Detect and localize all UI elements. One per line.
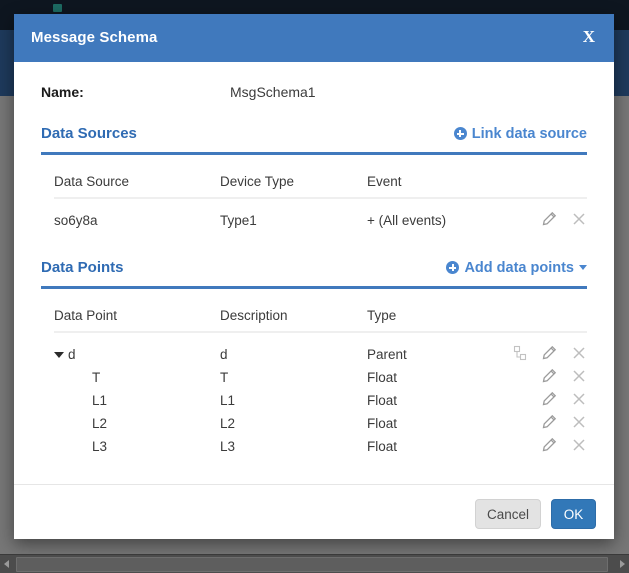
scroll-right-arrow-icon[interactable] (615, 555, 629, 572)
cell-type: Parent (367, 347, 407, 362)
cell-description: L2 (220, 416, 235, 431)
name-field-row: Name: MsgSchema1 (14, 84, 614, 106)
cell-event: + (All events) (367, 213, 446, 228)
column-header-type: Type (367, 308, 396, 323)
cell-description: L3 (220, 439, 235, 454)
edit-icon[interactable] (541, 368, 557, 384)
data-sources-header: Data Sources Link data source (41, 125, 587, 151)
data-points-header: Data Points Add data points (41, 259, 587, 285)
delete-icon[interactable] (571, 211, 587, 227)
table-row[interactable]: T T Float (54, 367, 587, 390)
row-actions (512, 345, 587, 363)
dialog-body: Name: MsgSchema1 Data Sources Link data … (14, 62, 614, 485)
edit-icon[interactable] (541, 391, 557, 407)
row-actions (541, 437, 587, 455)
add-data-points-label: Add data points (464, 260, 574, 276)
dialog-title: Message Schema (31, 29, 157, 46)
close-icon[interactable]: X (580, 26, 598, 48)
delete-icon[interactable] (571, 414, 587, 430)
plus-circle-icon (454, 127, 467, 140)
column-header-description: Description (220, 308, 288, 323)
cell-data-point: T (92, 370, 100, 385)
row-actions (541, 414, 587, 432)
horizontal-scrollbar[interactable] (0, 554, 629, 573)
edit-icon[interactable] (541, 437, 557, 453)
row-actions (541, 391, 587, 409)
cell-data-point: d (68, 347, 76, 362)
cell-data-source: so6y8a (54, 213, 98, 228)
scroll-left-arrow-icon[interactable] (0, 555, 14, 572)
dialog-footer: Cancel OK (14, 484, 614, 539)
cell-type: Float (367, 439, 397, 454)
cell-type: Float (367, 416, 397, 431)
cancel-button[interactable]: Cancel (475, 499, 541, 529)
data-sources-title: Data Sources (41, 125, 137, 142)
scrollbar-thumb[interactable] (16, 557, 608, 572)
data-points-rule (41, 286, 587, 289)
cell-type: Float (367, 393, 397, 408)
add-child-icon[interactable] (512, 345, 528, 361)
column-header-data-point: Data Point (54, 308, 117, 323)
expand-collapse-icon[interactable] (54, 352, 64, 358)
column-header-device-type: Device Type (220, 174, 294, 189)
data-sources-table-header: Data Source Device Type Event (54, 167, 587, 199)
table-row[interactable]: L1 L1 Float (54, 390, 587, 413)
table-row[interactable]: d d Parent (54, 344, 587, 367)
delete-icon[interactable] (571, 437, 587, 453)
edit-icon[interactable] (541, 345, 557, 361)
data-points-title: Data Points (41, 259, 124, 276)
row-actions (541, 368, 587, 386)
app-logo-icon (53, 4, 62, 12)
data-sources-rule (41, 152, 587, 155)
row-actions (541, 211, 587, 229)
link-data-source-label: Link data source (472, 126, 587, 142)
plus-circle-icon (446, 261, 459, 274)
dialog-titlebar: Message Schema X (14, 14, 614, 62)
cell-description: L1 (220, 393, 235, 408)
data-points-table-header: Data Point Description Type (54, 301, 587, 333)
delete-icon[interactable] (571, 368, 587, 384)
edit-icon[interactable] (541, 414, 557, 430)
cell-data-point: L3 (92, 439, 107, 454)
edit-icon[interactable] (541, 211, 557, 227)
delete-icon[interactable] (571, 345, 587, 361)
delete-icon[interactable] (571, 391, 587, 407)
name-label: Name: (41, 84, 84, 100)
column-header-data-source: Data Source (54, 174, 129, 189)
cell-description: d (220, 347, 228, 362)
data-points-table: Data Point Description Type d d Parent (54, 301, 587, 459)
chevron-down-icon (579, 265, 587, 270)
add-data-points-button[interactable]: Add data points (446, 260, 587, 276)
cell-data-point: L1 (92, 393, 107, 408)
name-value: MsgSchema1 (230, 84, 316, 100)
table-row[interactable]: L3 L3 Float (54, 436, 587, 459)
cell-data-point: L2 (92, 416, 107, 431)
column-header-event: Event (367, 174, 402, 189)
cell-description: T (220, 370, 228, 385)
cell-device-type: Type1 (220, 213, 257, 228)
data-sources-table: Data Source Device Type Event so6y8a Typ… (54, 167, 587, 233)
link-data-source-button[interactable]: Link data source (454, 126, 587, 142)
message-schema-dialog: Message Schema X Name: MsgSchema1 Data S… (14, 14, 614, 539)
table-row[interactable]: so6y8a Type1 + (All events) (54, 210, 587, 233)
table-row[interactable]: L2 L2 Float (54, 413, 587, 436)
cell-type: Float (367, 370, 397, 385)
ok-button[interactable]: OK (551, 499, 596, 529)
